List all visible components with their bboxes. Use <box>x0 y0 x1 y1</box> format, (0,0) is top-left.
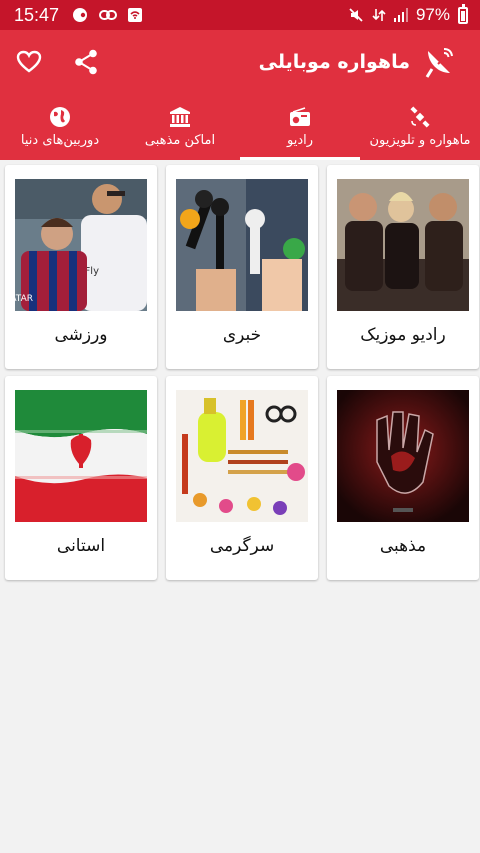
category-label: سرگرمی <box>209 536 275 556</box>
category-label: رادیو موزیک <box>360 325 446 345</box>
globe-icon <box>50 107 70 127</box>
notification-icons <box>71 7 143 23</box>
radio-icon <box>290 107 310 126</box>
tab-radio[interactable]: رادیو <box>240 94 360 160</box>
category-label: مذهبی <box>379 536 427 556</box>
tab-label: رادیو <box>287 133 314 148</box>
tab-label: ماهواره و تلویزیون <box>369 133 471 148</box>
signal-icon <box>393 8 408 22</box>
category-card-provincial[interactable]: استانی <box>5 376 157 580</box>
bank-icon <box>170 107 190 127</box>
tab-label: اماکن مذهبی <box>144 133 216 148</box>
share-button[interactable] <box>71 47 101 77</box>
sports-thumbnail: Fly QATAR <box>15 179 147 311</box>
category-card-entertainment[interactable]: سرگرمی <box>166 376 318 580</box>
heart-icon <box>16 50 42 73</box>
favorite-button[interactable] <box>14 47 44 77</box>
category-label: ورزشی <box>54 325 108 345</box>
tab-religious-places[interactable]: اماکن مذهبی <box>120 94 240 160</box>
status-bar: 15:47 97% <box>0 0 480 30</box>
satellite-icon <box>410 106 430 128</box>
svg-text:QATAR: QATAR <box>15 294 33 304</box>
provincial-thumbnail <box>15 390 147 522</box>
music-radio-thumbnail <box>337 179 469 311</box>
satellite-dish-logo-icon <box>425 48 453 78</box>
tab-satellite-tv[interactable]: ماهواره و تلویزیون <box>360 94 480 160</box>
system-icons: 97% <box>348 3 468 25</box>
category-card-news[interactable]: خبری <box>166 165 318 369</box>
battery-icon <box>458 3 468 24</box>
news-thumbnail <box>176 179 308 311</box>
status-time: 15:47 <box>14 4 60 25</box>
wifi-box-notification-icon <box>128 8 143 22</box>
battery-percent: 97% <box>415 5 450 24</box>
share-icon <box>75 49 97 75</box>
link-notification-icon <box>99 10 118 20</box>
tab-label: دوربین‌های دنیا <box>20 133 100 148</box>
category-label: خبری <box>222 325 262 345</box>
tab-world-cameras[interactable]: دوربین‌های دنیا <box>0 94 120 160</box>
entertainment-thumbnail <box>176 390 308 522</box>
wallet-notification-icon <box>73 8 88 22</box>
app-title: ماهواره موبایلی <box>258 51 410 73</box>
data-transfer-icon <box>372 9 386 21</box>
category-card-sports[interactable]: Fly QATAR ورزشی <box>5 165 157 369</box>
mute-icon <box>349 8 363 22</box>
category-card-music-radio[interactable]: رادیو موزیک <box>327 165 479 369</box>
religious-thumbnail <box>337 390 469 522</box>
app-bar: ماهواره موبایلی <box>0 30 480 94</box>
category-tabs: ماهواره و تلویزیون رادیو اماکن مذهبی دور… <box>0 94 480 160</box>
category-label: استانی <box>56 536 106 556</box>
category-card-religious[interactable]: مذهبی <box>327 376 479 580</box>
